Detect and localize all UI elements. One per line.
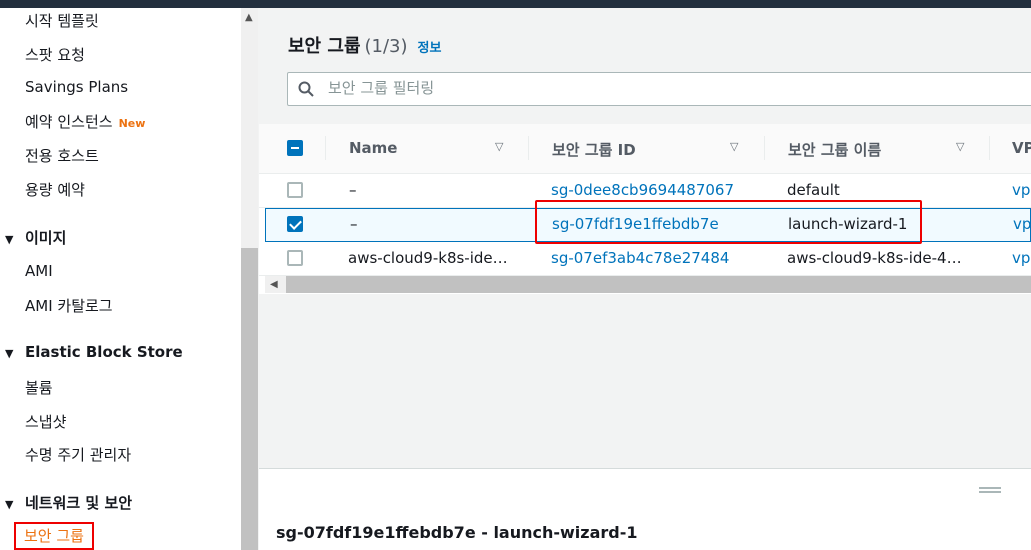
select-all-checkbox[interactable] (287, 140, 303, 156)
sort-icon[interactable]: ▽ (495, 140, 503, 153)
page-title: 보안 그룹 (1/3) 정보 (288, 32, 441, 58)
sidebar-item-ami[interactable]: AMI (25, 262, 53, 280)
caret-down-icon: ▼ (5, 233, 14, 246)
table-horizontal-scrollbar[interactable]: ◀ (265, 276, 1031, 293)
main-content: 보안 그룹(1/3) 정보 Name ▽ 보안 그룹 ID ▽ 보안 그룹 이름 … (259, 8, 1031, 468)
column-header-group-name[interactable]: 보안 그룹 이름 (788, 139, 881, 160)
row-checkbox[interactable] (287, 216, 303, 232)
sidebar-item-volumes[interactable]: 볼륨 (25, 377, 53, 398)
filter-box[interactable] (287, 72, 1031, 106)
cell-name: – (349, 181, 357, 199)
sidebar-item-label: AMI (25, 262, 53, 280)
column-header-group-id[interactable]: 보안 그룹 ID (552, 139, 636, 160)
sidebar-item-label: 전용 호스트 (25, 147, 99, 165)
search-icon (298, 81, 314, 97)
sidebar-item-reserved-instances[interactable]: 예약 인스턴스 New (25, 111, 145, 132)
cell-name: aws-cloud9-k8s-ide… (348, 249, 508, 267)
cell-group-id-link[interactable]: sg-07ef3ab4c78e27484 (551, 249, 729, 267)
filter-input[interactable] (328, 79, 928, 97)
security-groups-table: Name ▽ 보안 그룹 ID ▽ 보안 그룹 이름 ▽ VP – sg-0de… (259, 124, 1031, 294)
info-link[interactable]: 정보 (418, 41, 442, 56)
cell-vpc-link[interactable]: vpc (1013, 215, 1031, 233)
row-checkbox[interactable] (287, 250, 303, 266)
scroll-up-arrow-icon[interactable]: ▲ (245, 12, 253, 23)
section-label: 네트워크 및 보안 (25, 494, 133, 512)
row-checkbox[interactable] (287, 182, 303, 198)
sidebar-item-launch-templates[interactable]: 시작 템플릿 (25, 10, 99, 31)
caret-down-icon: ▼ (5, 347, 14, 360)
selection-count: (1/3) (364, 36, 408, 57)
sidebar-item-dedicated-hosts[interactable]: 전용 호스트 (25, 145, 99, 166)
cell-vpc-link[interactable]: vpc (1012, 249, 1031, 267)
annotation-highlight-box (535, 200, 922, 244)
sidebar-item-label: 수명 주기 관리자 (25, 446, 132, 464)
sidebar-item-spot-requests[interactable]: 스팟 요청 (25, 44, 85, 65)
column-header-name[interactable]: Name (349, 139, 397, 157)
sidebar-nav: 시작 템플릿 스팟 요청 Savings Plans 예약 인스턴스 New 전용… (0, 8, 241, 550)
sidebar-item-snapshots[interactable]: 스냅샷 (25, 411, 66, 432)
sidebar-item-ami-catalog[interactable]: AMI 카탈로그 (25, 295, 113, 316)
table-header: Name ▽ 보안 그룹 ID ▽ 보안 그룹 이름 ▽ VP (259, 124, 1031, 174)
scrollbar-thumb[interactable] (286, 276, 1031, 293)
sidebar-item-capacity-reservations[interactable]: 용량 예약 (25, 179, 85, 200)
sidebar-item-label: 스냅샷 (25, 413, 67, 431)
cell-group-id-link[interactable]: sg-0dee8cb9694487067 (551, 181, 734, 199)
sidebar-item-label: 용량 예약 (25, 181, 85, 199)
sidebar-item-label: AMI 카탈로그 (25, 297, 113, 315)
top-navigation-bar (0, 0, 1031, 8)
scrollbar-thumb[interactable] (241, 248, 258, 550)
sidebar-item-label: 보안 그룹 (24, 527, 84, 545)
cell-name: – (350, 215, 358, 233)
sidebar-item-savings-plans[interactable]: Savings Plans (25, 78, 128, 96)
sidebar-item-security-groups[interactable]: 보안 그룹 (14, 522, 94, 550)
cell-vpc-link[interactable]: vpc (1012, 181, 1031, 199)
table-row[interactable]: aws-cloud9-k8s-ide… sg-07ef3ab4c78e27484… (259, 242, 1031, 276)
page-title-text: 보안 그룹 (288, 36, 361, 57)
new-badge: New (118, 117, 146, 130)
sidebar-item-label: 볼륨 (25, 379, 53, 397)
resize-handle-icon[interactable] (979, 487, 1001, 493)
cell-group-name: default (787, 181, 840, 199)
scroll-left-arrow-icon[interactable]: ◀ (270, 279, 278, 290)
sort-icon[interactable]: ▽ (956, 140, 964, 153)
sidebar-item-lifecycle-manager[interactable]: 수명 주기 관리자 (25, 444, 131, 465)
section-label: 이미지 (25, 229, 67, 247)
sidebar-section-network-security[interactable]: ▼ 네트워크 및 보안 (5, 492, 132, 513)
sidebar-item-label: Savings Plans (25, 78, 129, 96)
sidebar-section-images[interactable]: ▼ 이미지 (5, 227, 66, 248)
sidebar-item-label: 시작 템플릿 (25, 12, 99, 30)
sidebar-item-label: 스팟 요청 (25, 46, 85, 64)
section-label: Elastic Block Store (25, 343, 183, 361)
sidebar-scrollbar[interactable]: ▲ (241, 8, 258, 550)
cell-group-name: aws-cloud9-k8s-ide-4… (787, 249, 962, 267)
caret-down-icon: ▼ (5, 498, 14, 511)
detail-panel-title: sg-07fdf19e1ffebdb7e - launch-wizard-1 (276, 523, 638, 542)
detail-panel: sg-07fdf19e1ffebdb7e - launch-wizard-1 (259, 468, 1031, 550)
sort-icon[interactable]: ▽ (730, 140, 738, 153)
column-header-vpc[interactable]: VP (1012, 139, 1031, 157)
sidebar-item-label: 예약 인스턴스 (25, 113, 113, 131)
sidebar-section-ebs[interactable]: ▼ Elastic Block Store (5, 343, 183, 361)
